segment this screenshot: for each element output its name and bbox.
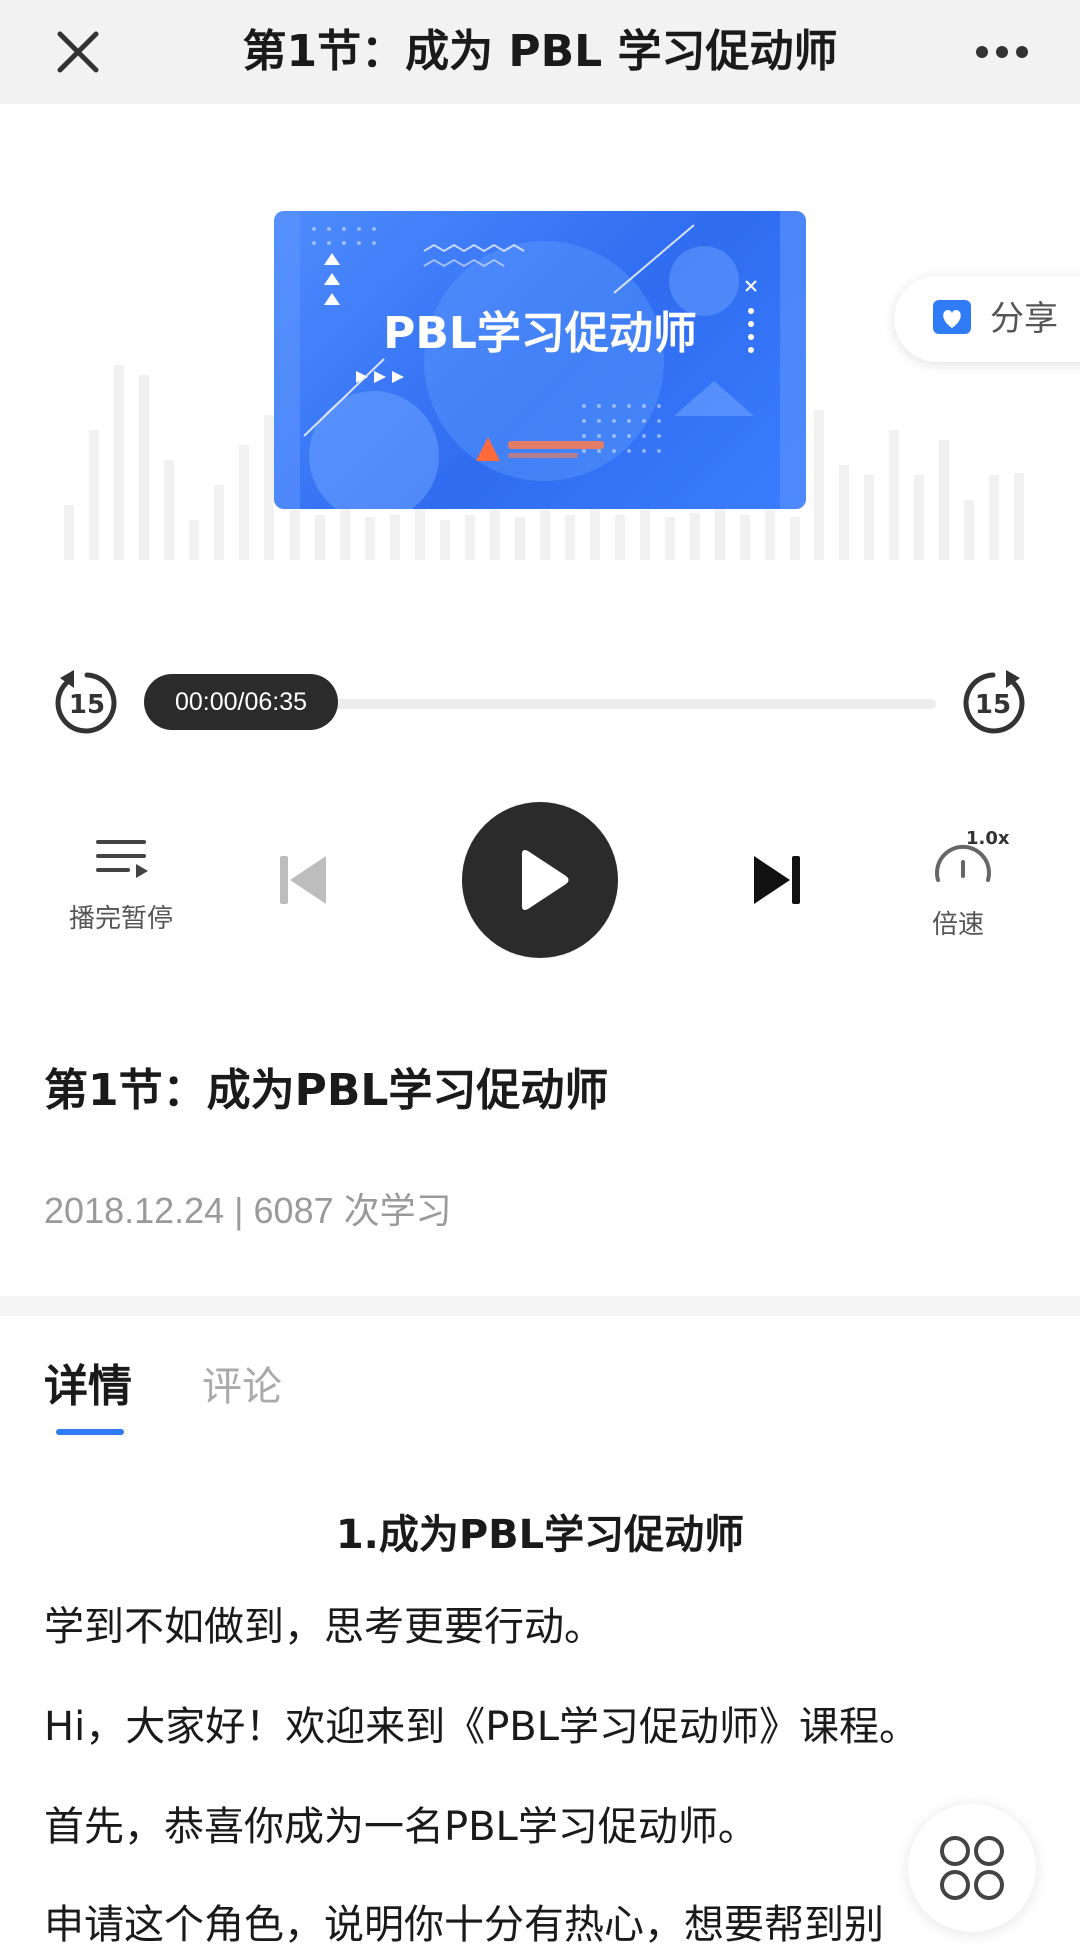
rewind-15-icon: 15 [55, 670, 117, 734]
previous-button[interactable] [276, 852, 332, 908]
rewind-15-button[interactable]: 15 [50, 666, 124, 740]
active-tab-indicator [56, 1429, 124, 1435]
article-paragraph: 首先，恭喜你成为一名PBL学习促动师。 [44, 1804, 758, 1850]
top-bar: 第1节：成为 PBL 学习促动师 [0, 0, 1080, 104]
article-paragraph: 申请这个角色，说明你十分有热心，想要帮到别 [44, 1902, 884, 1948]
share-label: 分享 [990, 299, 1058, 339]
lesson-meta: 2018.12.24 | 6087 次学习 [44, 1190, 452, 1231]
forward-seconds: 15 [975, 690, 1011, 720]
progress-time[interactable]: 00:00/06:35 [144, 674, 338, 730]
tab-details[interactable]: 详情 [44, 1350, 132, 1414]
forward-15-icon: 15 [963, 670, 1025, 734]
grid-menu-icon [940, 1836, 1004, 1900]
autopause-label: 播完暂停 [68, 904, 173, 934]
play-icon [522, 850, 569, 910]
share-button[interactable]: 分享 [894, 276, 1080, 362]
close-button[interactable] [44, 18, 112, 86]
share-heart-icon [933, 300, 971, 334]
close-icon [57, 31, 99, 73]
more-button[interactable] [966, 22, 1046, 82]
speed-label: 倍速 [931, 910, 984, 940]
speed-button[interactable]: 1.0x 倍速 [906, 820, 1026, 940]
rewind-seconds: 15 [69, 690, 105, 720]
course-cover: PBL学习促动师 [274, 211, 806, 509]
lesson-title: 第1节：成为PBL学习促动师 [44, 1065, 609, 1116]
cover-title: PBL学习促动师 [383, 308, 697, 359]
play-button[interactable] [462, 802, 618, 958]
floating-menu-button[interactable] [908, 1804, 1036, 1932]
tab-comments[interactable]: 评论 [202, 1354, 282, 1412]
more-horizontal-icon [976, 46, 1028, 58]
speed-value: 1.0x [966, 828, 1010, 849]
publisher-logo [476, 437, 604, 461]
skip-next-icon [754, 856, 800, 904]
page-title: 第1节：成为 PBL 学习促动师 [242, 26, 838, 77]
article-paragraph: Hi，大家好！欢迎来到《PBL学习促动师》课程。 [44, 1704, 920, 1750]
section-divider [0, 1296, 1080, 1316]
article-heading: 1.成为PBL学习促动师 [335, 1512, 745, 1558]
playlist-icon [96, 840, 148, 878]
autopause-button[interactable]: 播完暂停 [56, 828, 186, 938]
forward-15-button[interactable]: 15 [956, 666, 1030, 740]
skip-previous-icon [280, 856, 326, 904]
next-button[interactable] [748, 852, 804, 908]
article-paragraph: 学到不如做到，思考更要行动。 [44, 1604, 604, 1650]
